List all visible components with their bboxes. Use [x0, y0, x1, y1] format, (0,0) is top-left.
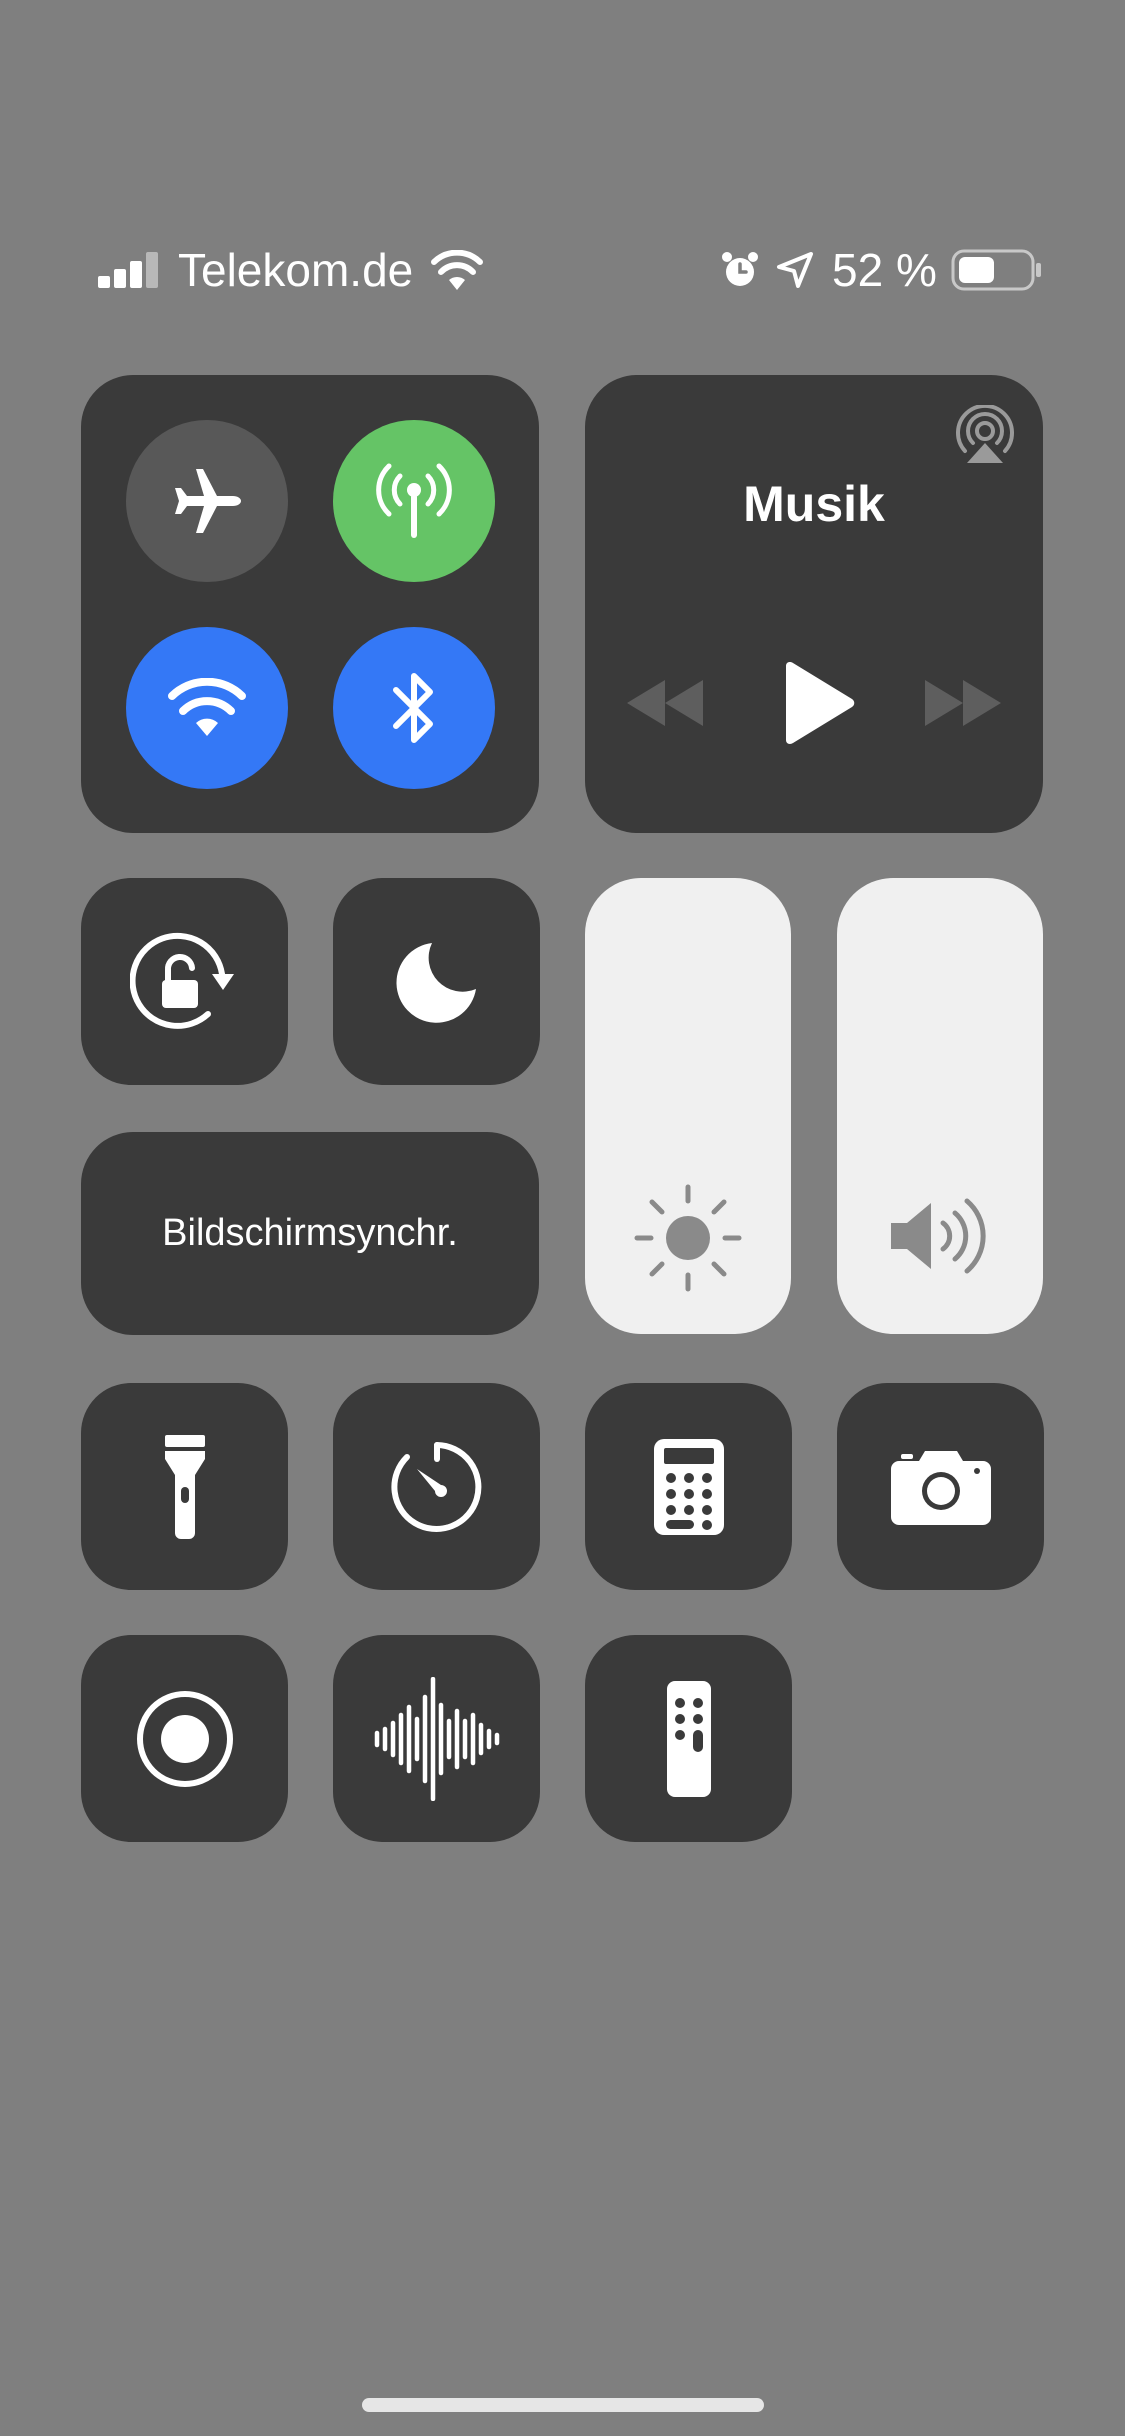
do-not-disturb-button[interactable] [333, 878, 540, 1085]
speaker-volume-icon [889, 1193, 993, 1279]
timer-button[interactable] [333, 1383, 540, 1590]
apple-tv-remote-icon [666, 1680, 711, 1797]
screen-mirroring-button[interactable]: Bildschirmsynchr. [81, 1132, 539, 1335]
music-panel[interactable]: Musik [585, 375, 1043, 833]
calculator-button[interactable] [585, 1383, 792, 1590]
battery-icon [951, 249, 1043, 291]
battery-percent: 52 % [832, 244, 937, 296]
voice-memo-button[interactable] [333, 1635, 540, 1842]
connectivity-panel [81, 375, 539, 833]
bluetooth-icon [384, 668, 444, 748]
screen-record-icon [135, 1689, 235, 1789]
do-not-disturb-icon [392, 937, 482, 1027]
carrier-name: Telekom.de [178, 244, 414, 296]
bluetooth-toggle[interactable] [333, 627, 495, 789]
fast-forward-icon[interactable] [925, 680, 1001, 726]
flashlight-icon [163, 1434, 207, 1539]
flashlight-button[interactable] [81, 1383, 288, 1590]
camera-button[interactable] [837, 1383, 1044, 1590]
airplane-icon [169, 463, 245, 539]
volume-slider[interactable] [837, 878, 1043, 1334]
status-bar-right: 52 % [720, 240, 1043, 300]
wifi-icon [431, 250, 484, 290]
status-bar-left: Telekom.de [98, 240, 484, 300]
alarm-icon [720, 250, 760, 290]
wifi-icon [167, 678, 247, 738]
signal-icon [98, 252, 160, 288]
orientation-lock-icon [129, 932, 240, 1032]
airplane-mode-toggle[interactable] [126, 420, 288, 582]
home-indicator[interactable] [362, 2398, 764, 2412]
music-title: Musik [743, 476, 885, 532]
orientation-lock-button[interactable] [81, 878, 288, 1085]
cellular-data-toggle[interactable] [333, 420, 495, 582]
calculator-icon [653, 1438, 724, 1535]
wifi-toggle[interactable] [126, 627, 288, 789]
brightness-slider[interactable] [585, 878, 791, 1334]
play-icon[interactable] [780, 662, 856, 744]
location-icon [776, 251, 814, 289]
rewind-icon[interactable] [627, 680, 703, 726]
screen-record-button[interactable] [81, 1635, 288, 1842]
timer-icon [389, 1439, 485, 1535]
airplay-icon[interactable] [955, 405, 1015, 465]
screen-mirroring-label: Bildschirmsynchr. [162, 1212, 458, 1254]
camera-icon [890, 1449, 991, 1525]
brightness-sun-icon [633, 1183, 743, 1293]
apple-tv-remote-button[interactable] [585, 1635, 792, 1842]
cellular-antenna-icon [369, 456, 459, 546]
voice-memo-icon [374, 1676, 500, 1801]
